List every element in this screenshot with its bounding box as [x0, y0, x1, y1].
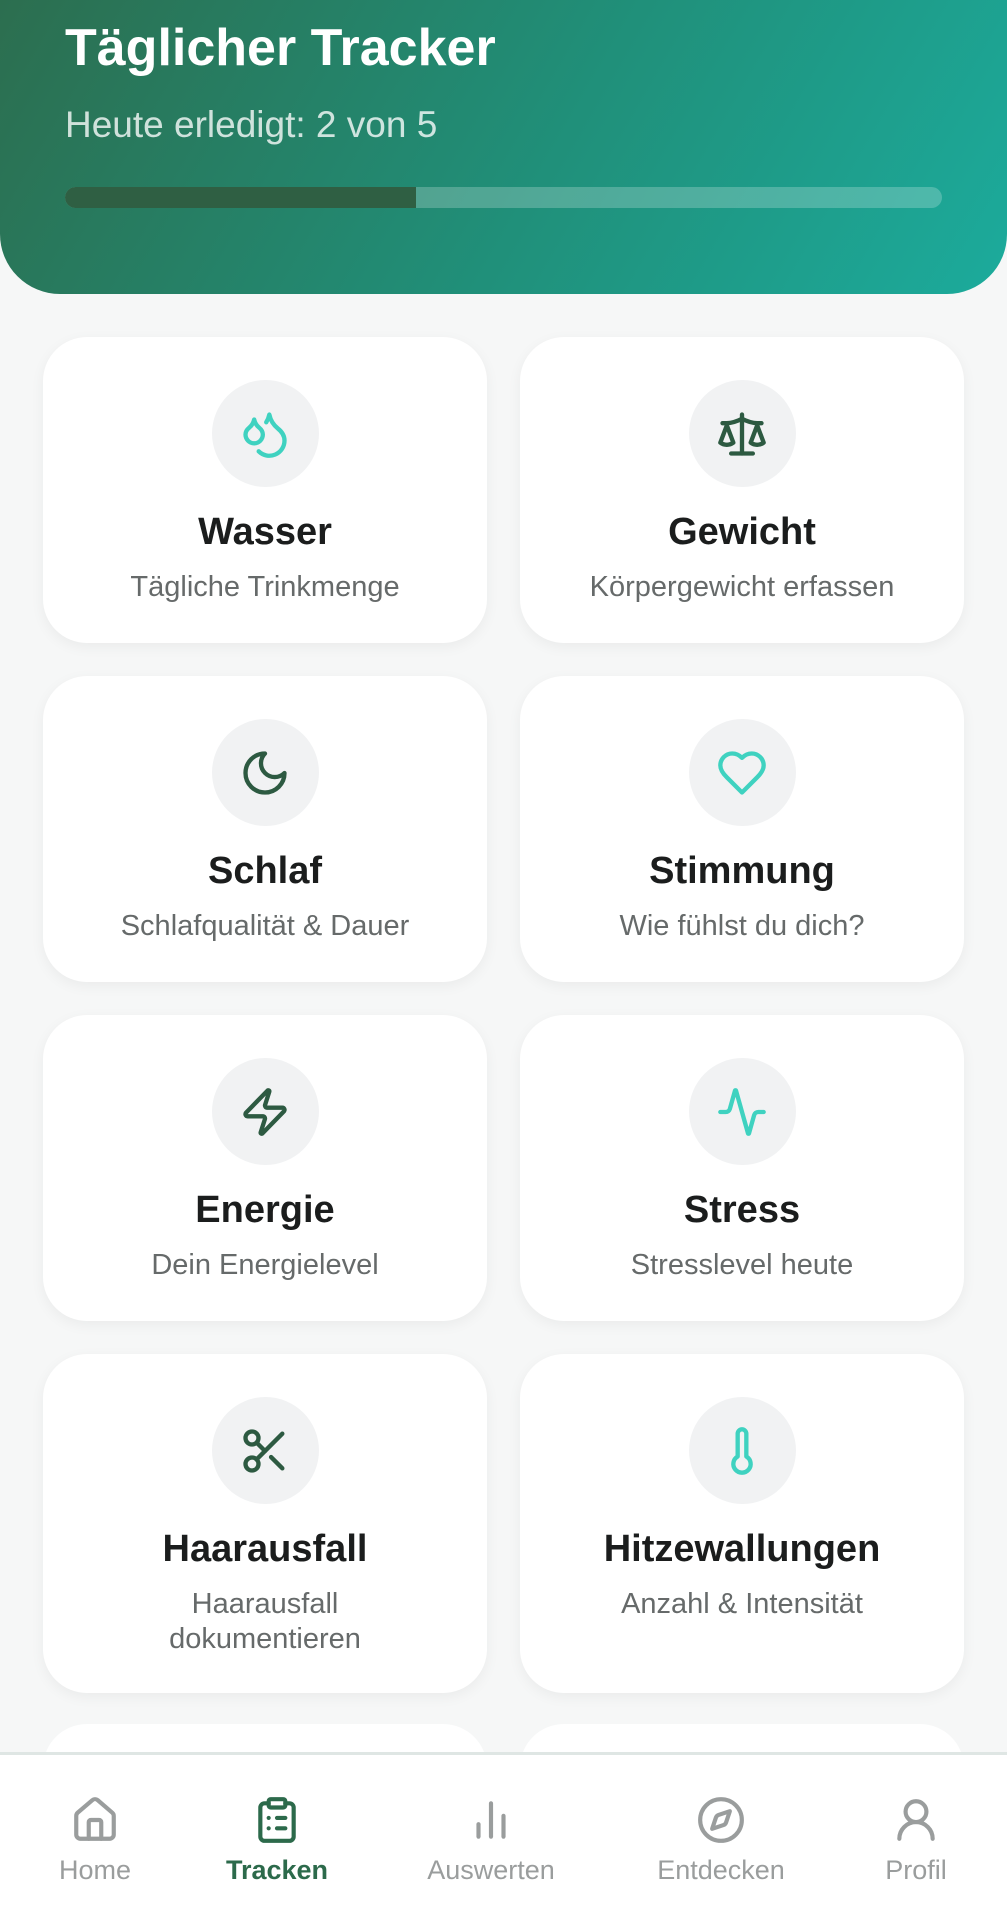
tracker-subtitle: Haarausfall dokumentieren	[169, 1588, 361, 1655]
nav-label: Home	[58, 1855, 132, 1885]
nav-label: Auswerten	[427, 1855, 555, 1885]
nav-item-auswerten[interactable]: Auswerten	[411, 1795, 571, 1886]
tracker-title: Wasser	[198, 511, 332, 553]
progress-bar	[65, 187, 942, 208]
compass-icon	[698, 1797, 744, 1843]
nav-item-tracken[interactable]: Tracken	[197, 1795, 357, 1886]
droplets-icon	[211, 380, 319, 487]
nav-label: Entdecken	[657, 1855, 785, 1885]
scale-icon	[688, 380, 796, 487]
tracker-subtitle: Körpergewicht erfassen	[589, 571, 895, 603]
tracker-subtitle: Tägliche Trinkmenge	[130, 571, 400, 603]
tracker-card-hitzewallungen[interactable]: Hitzewallungen Anzahl & Intensität	[520, 1354, 964, 1693]
tracker-card-stimmung[interactable]: Stimmung Wie fühlst du dich?	[520, 676, 964, 982]
tracker-card-schlaf[interactable]: Schlaf Schlafqualität & Dauer	[43, 676, 487, 982]
bottom-navigation: Home Tracken Auswerten Entdecken Profil	[0, 1752, 1007, 1923]
scissors-icon	[211, 1397, 319, 1504]
tracker-title: Stress	[683, 1189, 801, 1231]
tracker-card-stress[interactable]: Stress Stresslevel heute	[520, 1015, 964, 1321]
nav-item-profil[interactable]: Profil	[836, 1795, 996, 1886]
bar-chart-icon	[476, 1801, 506, 1839]
page-title: Täglicher Tracker	[65, 19, 496, 77]
zap-icon	[211, 1058, 319, 1165]
tracker-grid: Wasser Tägliche Trinkmenge Gewicht Körpe…	[43, 337, 964, 1693]
progress-bar-fill	[65, 187, 416, 208]
tracker-title: Stimmung	[649, 850, 835, 892]
progress-summary: Heute erledigt: 2 von 5	[65, 104, 438, 145]
nav-label: Profil	[885, 1855, 947, 1885]
tracker-subtitle: Dein Energielevel	[151, 1249, 379, 1281]
tracker-card-energie[interactable]: Energie Dein Energielevel	[43, 1015, 487, 1321]
tracker-card-gewicht[interactable]: Gewicht Körpergewicht erfassen	[520, 337, 964, 643]
user-icon	[897, 1799, 935, 1841]
clipboard-icon	[258, 1797, 296, 1843]
home-icon	[74, 1797, 116, 1841]
tracker-title: Hitzewallungen	[603, 1528, 881, 1570]
moon-icon	[211, 719, 319, 826]
tracker-title: Energie	[195, 1189, 335, 1231]
nav-item-home[interactable]: Home	[15, 1795, 175, 1886]
tracker-card-haarausfall[interactable]: Haarausfall Haarausfall dokumentieren	[43, 1354, 487, 1693]
header: Täglicher Tracker Heute erledigt: 2 von …	[0, 0, 1007, 294]
tracker-card-wasser[interactable]: Wasser Tägliche Trinkmenge	[43, 337, 487, 643]
nav-label: Tracken	[225, 1855, 329, 1885]
tracker-title: Schlaf	[207, 850, 323, 892]
tracker-subtitle: Stresslevel heute	[630, 1249, 854, 1281]
tracker-subtitle: Anzahl & Intensität	[621, 1588, 863, 1620]
tracker-title: Gewicht	[668, 511, 816, 553]
tracker-subtitle: Schlafqualität & Dauer	[120, 910, 410, 942]
tracker-title: Haarausfall	[162, 1528, 368, 1570]
nav-item-entdecken[interactable]: Entdecken	[641, 1795, 801, 1886]
tracker-subtitle: Wie fühlst du dich?	[619, 910, 865, 942]
thermometer-icon	[688, 1397, 796, 1504]
heart-icon	[688, 719, 796, 826]
activity-icon	[688, 1058, 796, 1165]
